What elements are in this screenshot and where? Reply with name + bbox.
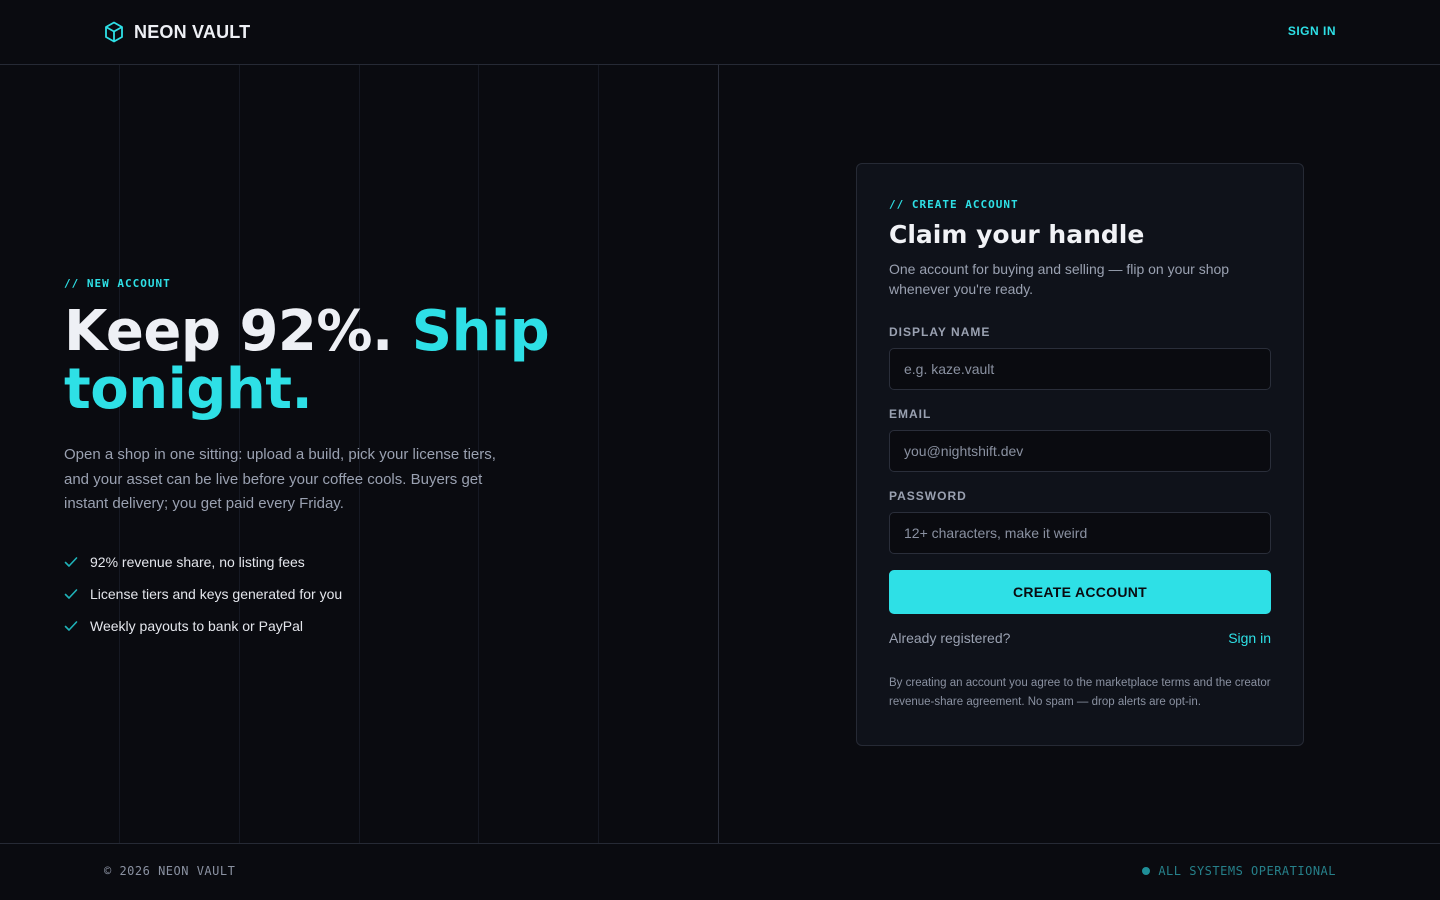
hero-kicker: // NEW ACCOUNT	[64, 277, 171, 290]
check-icon	[64, 620, 78, 632]
cube-icon	[104, 21, 124, 43]
footer: © 2026 NEON VAULT ALL SYSTEMS OPERATIONA…	[0, 843, 1440, 900]
hero-panel: // NEW ACCOUNT Keep 92%. Ship tonight. O…	[0, 65, 719, 843]
already-registered-text: Already registered?	[889, 630, 1011, 646]
password-input[interactable]	[889, 512, 1271, 554]
check-icon	[64, 556, 78, 568]
feature-item: License tiers and keys generated for you	[64, 578, 342, 610]
feature-list: 92% revenue share, no listing fees Licen…	[64, 546, 342, 642]
form-kicker: // CREATE ACCOUNT	[889, 198, 1019, 211]
status-dot-icon	[1142, 867, 1151, 875]
password-label: PASSWORD	[889, 489, 967, 503]
hero-title-primary: Keep 92%.	[64, 299, 412, 364]
legal-notice: By creating an account you agree to the …	[889, 677, 1271, 708]
system-status: ALL SYSTEMS OPERATIONAL	[1142, 864, 1336, 878]
hero-title: Keep 92%. Ship tonight.	[64, 303, 684, 419]
feature-text: Weekly payouts to bank or PayPal	[90, 618, 303, 634]
brand-name: NEON VAULT	[134, 21, 251, 42]
copyright: © 2026 NEON VAULT	[104, 864, 236, 878]
hero-description: Open a shop in one sitting: upload a bui…	[64, 446, 496, 512]
feature-item: 92% revenue share, no listing fees	[64, 546, 342, 578]
feature-text: License tiers and keys generated for you	[90, 586, 343, 602]
top-bar: NEON VAULT SIGN IN	[0, 0, 1440, 65]
header-sign-in-link[interactable]: SIGN IN	[1288, 24, 1336, 38]
signup-form: // CREATE ACCOUNT Claim your handle One …	[856, 163, 1304, 746]
display-name-input[interactable]	[889, 348, 1271, 390]
form-sign-in-link[interactable]: Sign in	[1228, 630, 1271, 646]
display-name-label: DISPLAY NAME	[889, 325, 991, 339]
brand-logo[interactable]: NEON VAULT	[104, 20, 250, 44]
grid-line	[598, 65, 599, 843]
form-subtitle: One account for buying and selling — fli…	[889, 261, 1230, 297]
check-icon	[64, 588, 78, 600]
feature-text: 92% revenue share, no listing fees	[90, 554, 305, 570]
feature-item: Weekly payouts to bank or PayPal	[64, 610, 342, 642]
email-input[interactable]	[889, 430, 1271, 472]
form-title: Claim your handle	[889, 220, 1145, 249]
email-label: EMAIL	[889, 407, 932, 421]
status-text: ALL SYSTEMS OPERATIONAL	[1158, 864, 1336, 878]
create-account-button[interactable]: CREATE ACCOUNT	[889, 570, 1271, 614]
